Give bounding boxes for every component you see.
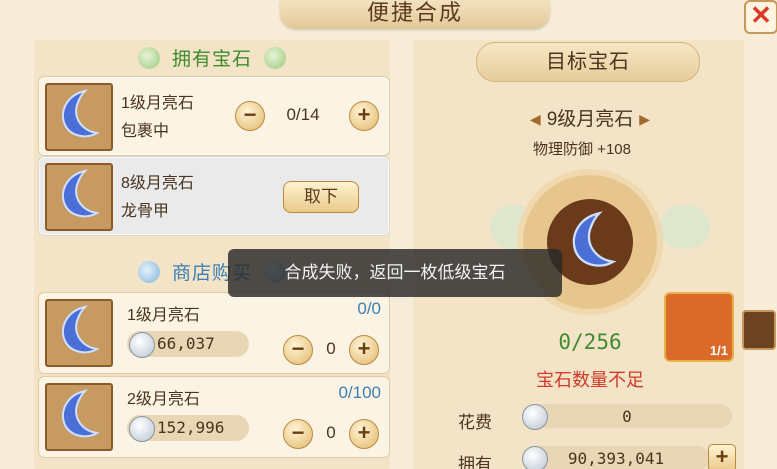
increase-button[interactable]: + bbox=[349, 335, 379, 365]
own-value: 90,393,041 bbox=[567, 449, 665, 468]
moonstone-icon bbox=[45, 383, 113, 451]
owned-gems-header: 拥有宝石 bbox=[34, 44, 390, 78]
gem-name: 8级月亮石 bbox=[121, 175, 194, 192]
toast-message: 合成失败，返回一枚低级宝石 bbox=[228, 249, 562, 297]
silver-coin-icon bbox=[129, 416, 155, 442]
window-title: 便捷合成 bbox=[366, 0, 463, 25]
cost-label: 花费 bbox=[458, 413, 492, 432]
cloud-decoration-icon bbox=[660, 205, 710, 249]
buy-quantity: 0 bbox=[326, 423, 336, 442]
owned-gems-title: 拥有宝石 bbox=[171, 49, 252, 70]
treasure-chest-icon[interactable]: 1/1 bbox=[664, 292, 734, 362]
swirl-right-icon bbox=[264, 46, 287, 69]
gem-name: 1级月亮石 bbox=[121, 95, 194, 112]
buy-quantity: 0 bbox=[326, 339, 336, 358]
increase-button[interactable]: + bbox=[349, 101, 379, 131]
moonstone-icon bbox=[45, 299, 113, 367]
shop-item-name: 2级月亮石 bbox=[127, 391, 200, 408]
synthesis-progress: 0/256 bbox=[558, 330, 622, 354]
cost-bar: 0 bbox=[522, 404, 732, 430]
gem-location: 包裹中 bbox=[121, 123, 170, 140]
close-icon[interactable]: ✕ bbox=[744, 0, 777, 34]
target-attribute: 物理防御 +108 bbox=[533, 141, 631, 158]
cost-value: 0 bbox=[622, 407, 632, 426]
decrease-button[interactable]: − bbox=[235, 101, 265, 131]
shop-item-row[interactable]: 1级月亮石 0/0 66,037 − 0 + bbox=[38, 292, 390, 374]
gem-location: 龙骨甲 bbox=[121, 203, 170, 220]
arrow-left-icon[interactable]: ◀ bbox=[530, 111, 541, 128]
add-currency-button[interactable]: + bbox=[708, 444, 736, 469]
shop-item-row[interactable]: 2级月亮石 0/100 152,996 − 0 + bbox=[38, 376, 390, 458]
arrow-right-icon[interactable]: ▶ bbox=[639, 111, 650, 128]
target-gem-title: 目标宝石 bbox=[476, 42, 700, 82]
owned-gem-row-selected[interactable]: 8级月亮石 龙骨甲 取下 bbox=[38, 156, 390, 236]
swirl-left-icon bbox=[137, 46, 160, 69]
price-value: 66,037 bbox=[157, 334, 215, 353]
moonstone-icon bbox=[45, 163, 113, 231]
increase-button[interactable]: + bbox=[349, 419, 379, 449]
shop-item-name: 1级月亮石 bbox=[127, 307, 200, 324]
chest-quantity: 1/1 bbox=[709, 343, 728, 358]
target-gem-name: 9级月亮石 bbox=[546, 109, 634, 130]
price-box: 152,996 bbox=[127, 415, 249, 442]
moonstone-icon bbox=[45, 83, 113, 151]
silver-coin-icon bbox=[129, 332, 155, 358]
take-off-button[interactable]: 取下 bbox=[283, 181, 359, 213]
insufficient-warning: 宝石数量不足 bbox=[536, 370, 644, 390]
price-value: 152,996 bbox=[157, 418, 225, 437]
price-box: 66,037 bbox=[127, 331, 249, 358]
side-tab[interactable] bbox=[742, 310, 776, 350]
quick-synthesis-window: 便捷合成 ✕ 拥有宝石 1级月亮石 包裹中 − 0/14 + 8级月亮石 龙骨甲… bbox=[0, 0, 777, 469]
shop-stock: 0/100 bbox=[338, 383, 381, 402]
shop-stock: 0/0 bbox=[357, 299, 381, 318]
owned-count: 0/14 bbox=[286, 105, 320, 124]
window-title-bar: 便捷合成 bbox=[280, 0, 550, 28]
owned-gem-row[interactable]: 1级月亮石 包裹中 − 0/14 + bbox=[38, 76, 390, 156]
level-navigator: ◀ 9级月亮石 ▶ bbox=[510, 104, 670, 130]
swirl-left-icon bbox=[137, 260, 160, 283]
own-label: 拥有 bbox=[458, 455, 492, 469]
own-bar: 90,393,041 bbox=[522, 446, 710, 469]
